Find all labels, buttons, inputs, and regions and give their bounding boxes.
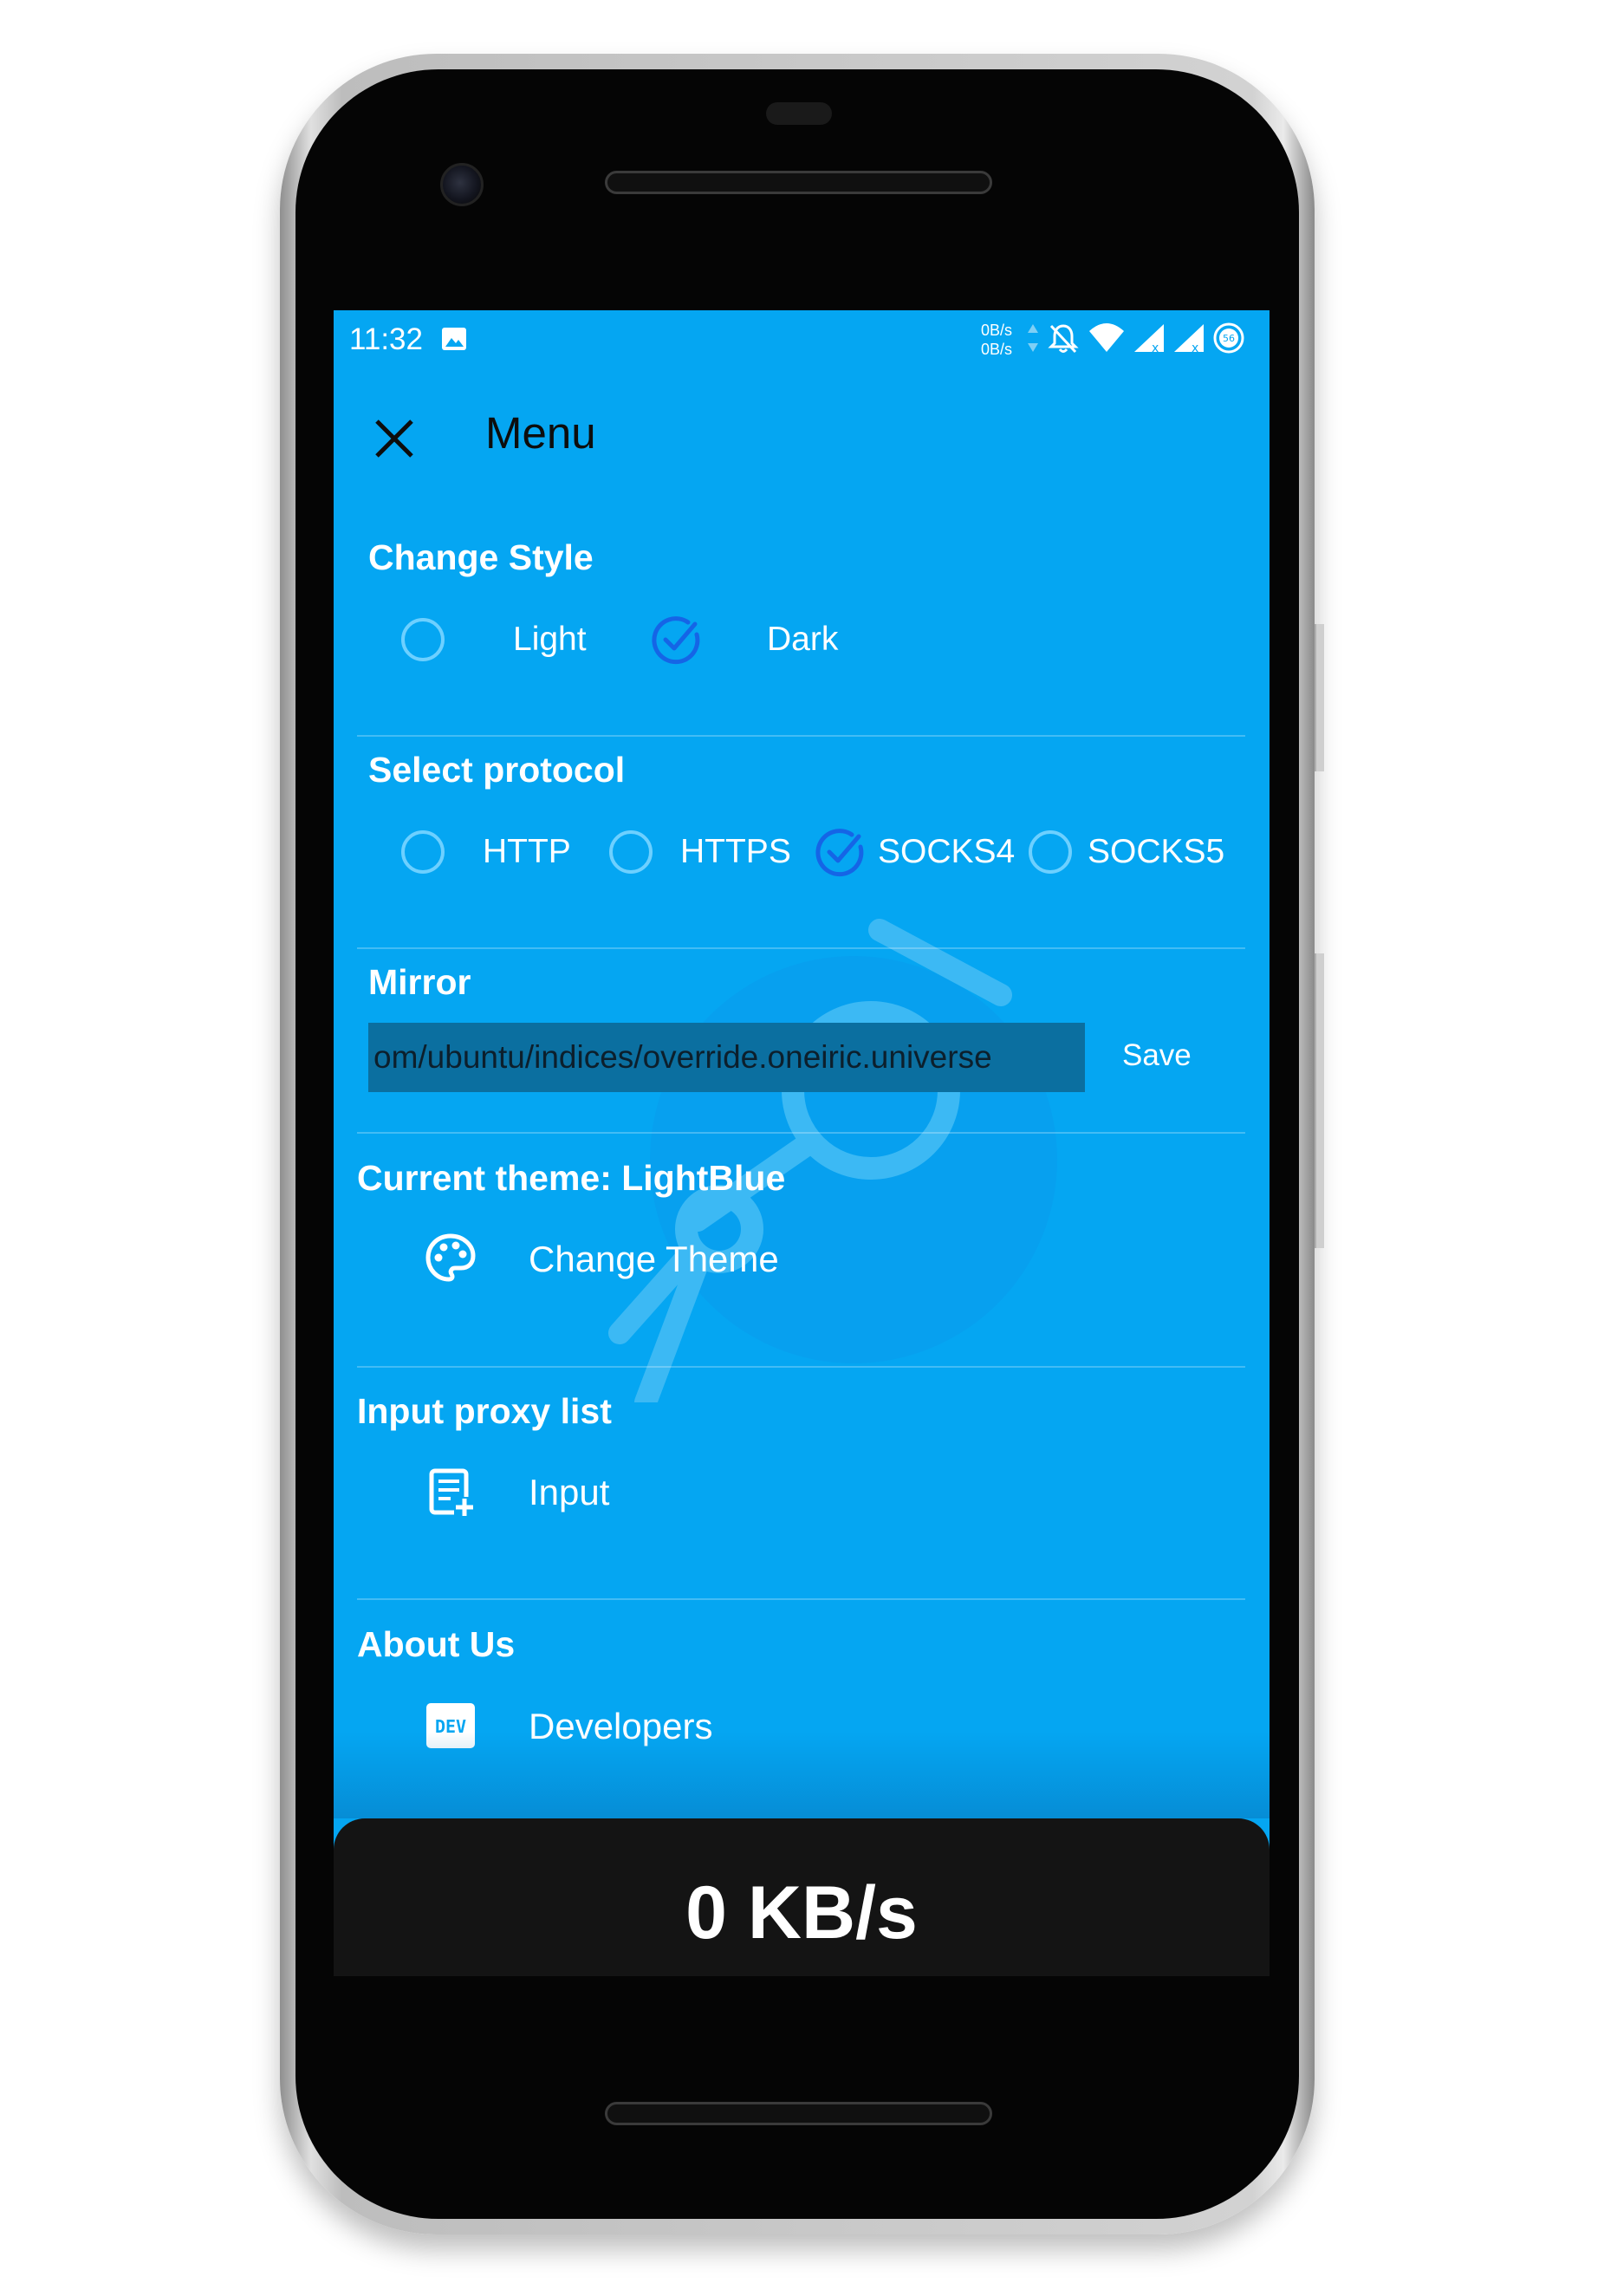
network-speed: 0B/s 0B/s — [981, 321, 1012, 359]
status-icons: x x 56 — [1027, 321, 1245, 355]
battery-badge: 56 — [1223, 333, 1235, 344]
divider — [357, 947, 1245, 949]
earpiece-sensor — [766, 102, 832, 125]
signal-icon: x — [1174, 324, 1204, 355]
top-speaker — [605, 171, 992, 194]
mirror-title: Mirror — [368, 962, 471, 1002]
radio-http[interactable] — [401, 830, 445, 874]
palette-icon[interactable] — [425, 1232, 477, 1284]
net-down-text: 0B/s — [981, 341, 1013, 358]
option-http-label[interactable]: HTTP — [483, 833, 571, 871]
signal-icon: x — [1134, 324, 1164, 355]
save-mirror-button[interactable]: Save — [1122, 1038, 1192, 1073]
radio-light[interactable] — [401, 618, 445, 661]
option-socks5-label[interactable]: SOCKS5 — [1088, 833, 1224, 871]
app-screen: 11:32 0B/s 0B/s x x 56 Menu Change Style… — [334, 310, 1270, 1976]
option-dark-label[interactable]: Dark — [767, 621, 838, 659]
data-arrows-icon — [1028, 324, 1038, 352]
input-proxy-list-title: Input proxy list — [357, 1391, 612, 1431]
divider — [357, 1366, 1245, 1368]
radio-socks4-checked-icon[interactable] — [814, 826, 867, 880]
divider — [357, 735, 1245, 737]
front-camera — [440, 163, 484, 206]
change-style-title: Change Style — [368, 537, 594, 577]
divider — [357, 1598, 1245, 1600]
menu-title: Menu — [485, 408, 596, 458]
volume-button — [1315, 953, 1324, 1248]
radio-https[interactable] — [609, 830, 653, 874]
mirror-url-input[interactable]: om/ubuntu/indices/override.oneiric.unive… — [368, 1023, 1085, 1092]
speed-readout: 0 KB/s — [685, 1871, 918, 1955]
input-button[interactable]: Input — [529, 1472, 609, 1513]
divider — [357, 1132, 1245, 1134]
status-bar: 11:32 0B/s 0B/s x x 56 — [334, 310, 1270, 371]
svg-text:x: x — [1152, 341, 1159, 355]
image-icon — [442, 328, 466, 350]
close-icon[interactable] — [368, 413, 420, 465]
bottom-speaker — [605, 2102, 992, 2125]
option-socks4-label[interactable]: SOCKS4 — [878, 833, 1015, 871]
about-us-title: About Us — [357, 1624, 516, 1664]
net-up-text: 0B/s — [981, 322, 1013, 339]
svg-text:x: x — [1192, 341, 1198, 355]
battery-icon: 56 — [1213, 322, 1244, 354]
current-theme-title: Current theme: LightBlue — [357, 1158, 786, 1198]
change-theme-button[interactable]: Change Theme — [529, 1239, 779, 1280]
option-https-label[interactable]: HTTPS — [680, 833, 791, 871]
screen-fade — [334, 1732, 1270, 1818]
status-time: 11:32 — [349, 322, 423, 356]
notifications-off-icon — [1048, 324, 1079, 354]
note-add-icon[interactable] — [425, 1466, 477, 1518]
radio-socks5[interactable] — [1029, 830, 1072, 874]
option-light-label[interactable]: Light — [513, 621, 587, 659]
wifi-icon — [1089, 323, 1124, 352]
radio-dark-checked-icon[interactable] — [650, 614, 704, 667]
power-button — [1315, 624, 1324, 771]
select-protocol-title: Select protocol — [368, 750, 626, 790]
